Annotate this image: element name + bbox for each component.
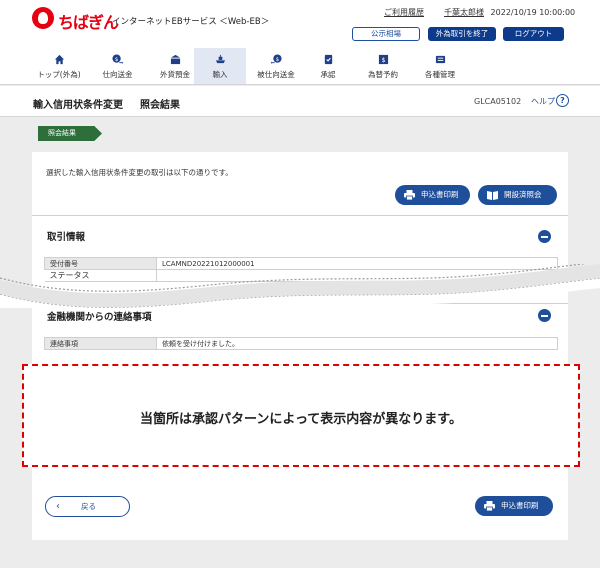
screen-id: GLCA05102 — [474, 97, 522, 106]
service-name: インターネットEBサービス ＜Web-EB＞ — [112, 17, 270, 27]
section-title-transaction: 取引情報 — [47, 232, 86, 243]
approval-icon — [324, 54, 332, 65]
nav-item-top[interactable]: トップ(外為) — [30, 48, 88, 84]
nav-item-label: 輸入 — [212, 70, 228, 79]
title-bar: 輸入信用状条件変更 照会結果 GLCA05102 ヘルプ ? — [0, 86, 600, 117]
page-break-wave — [0, 264, 600, 308]
print-application-button-bottom[interactable]: 申込書印刷 — [475, 496, 553, 516]
print-application-label: 申込書印刷 — [501, 501, 539, 510]
printer-icon — [404, 190, 415, 200]
issued-inquiry-button[interactable]: 開設済照会 — [478, 185, 557, 205]
result-panel: 選択した輸入信用状条件変更の取引は以下の通りです。 申込書印刷 開設済照会 取引… — [32, 152, 568, 540]
svg-text:$: $ — [381, 56, 385, 64]
printer-icon — [484, 501, 495, 511]
print-application-label: 申込書印刷 — [421, 190, 459, 199]
nav-item-label: 被仕向送金 — [257, 70, 295, 79]
logout-button[interactable]: ログアウト — [503, 27, 564, 41]
nav-item-management[interactable]: 各種管理 — [412, 48, 468, 84]
notice-text: 当箇所は承認パターンによって表示内容が異なります。 — [139, 412, 462, 427]
history-link[interactable]: ご利用履歴 — [384, 7, 424, 18]
brand-name: ちばぎん — [58, 13, 119, 32]
step-indicator: 照会結果 — [38, 126, 102, 141]
nav-item-fx-contract[interactable]: $ 為替予約 — [355, 48, 411, 84]
bank-logo-icon — [32, 7, 54, 29]
help-link[interactable]: ヘルプ — [531, 96, 555, 107]
foreign-deposit-icon — [170, 54, 180, 65]
fx-logout-button[interactable]: 外為取引を終了 — [428, 27, 496, 41]
nav-item-approval[interactable]: 承認 — [306, 48, 350, 84]
chevron-left-icon: ‹ — [56, 501, 60, 512]
back-button[interactable]: ‹ 戻る — [45, 496, 130, 517]
fx-contract-icon: $ — [378, 54, 388, 65]
table-row: 連絡事項 依頼を受け付けました。 — [44, 337, 558, 350]
page-title: 輸入信用状条件変更 — [33, 100, 123, 111]
incoming-remittance-icon: $ — [270, 54, 282, 65]
user-info: 千葉太郎様 2022/10/19 10:00:00 — [444, 7, 575, 18]
svg-text:$: $ — [275, 57, 279, 63]
result-message: 選択した輸入信用状条件変更の取引は以下の通りです。 — [46, 168, 233, 177]
book-icon — [487, 191, 498, 200]
back-label: 戻る — [81, 502, 96, 511]
svg-text:$: $ — [115, 57, 119, 63]
outgoing-remittance-icon: $ — [112, 54, 123, 65]
notice-box: 当箇所は承認パターンによって表示内容が異なります。 — [22, 364, 580, 467]
divider — [32, 215, 568, 216]
print-application-button[interactable]: 申込書印刷 — [395, 185, 470, 205]
nav-item-label: 為替予約 — [368, 70, 398, 79]
global-nav: トップ(外為) $ 仕向送金 外貨預金 輸入 $ 被仕向送金 承認 $ 為替予約… — [0, 48, 600, 85]
help-icon[interactable]: ? — [556, 94, 569, 107]
bank-notes-table: 連絡事項 依頼を受け付けました。 — [44, 337, 558, 350]
management-icon — [435, 55, 445, 64]
login-datetime: 2022/10/19 10:00:00 — [490, 8, 576, 17]
home-icon — [54, 54, 64, 65]
import-ship-icon — [215, 54, 225, 64]
issued-inquiry-label: 開設済照会 — [504, 190, 542, 199]
section-title-bank-notes: 金融機関からの連絡事項 — [47, 312, 152, 323]
table-value: 依頼を受け付けました。 — [156, 337, 558, 350]
header-bar: ちばぎん インターネットEBサービス ＜Web-EB＞ ご利用履歴 千葉太郎様 … — [0, 0, 600, 48]
nav-item-label: 仕向送金 — [102, 70, 133, 79]
nav-item-incoming-remittance[interactable]: $ 被仕向送金 — [247, 48, 305, 84]
nav-item-outgoing-remittance[interactable]: $ 仕向送金 — [89, 48, 146, 84]
nav-item-label: トップ(外為) — [37, 70, 81, 79]
user-name: 千葉太郎様 — [444, 8, 484, 17]
collapse-icon[interactable] — [538, 230, 551, 243]
table-label: 連絡事項 — [44, 337, 157, 350]
nav-item-label: 各種管理 — [425, 70, 455, 79]
nav-item-import[interactable]: 輸入 — [194, 48, 246, 84]
public-rates-button[interactable]: 公示相場 — [352, 27, 420, 41]
page-subtitle: 照会結果 — [140, 100, 180, 111]
collapse-icon[interactable] — [538, 309, 551, 322]
nav-item-label: 承認 — [320, 70, 336, 79]
